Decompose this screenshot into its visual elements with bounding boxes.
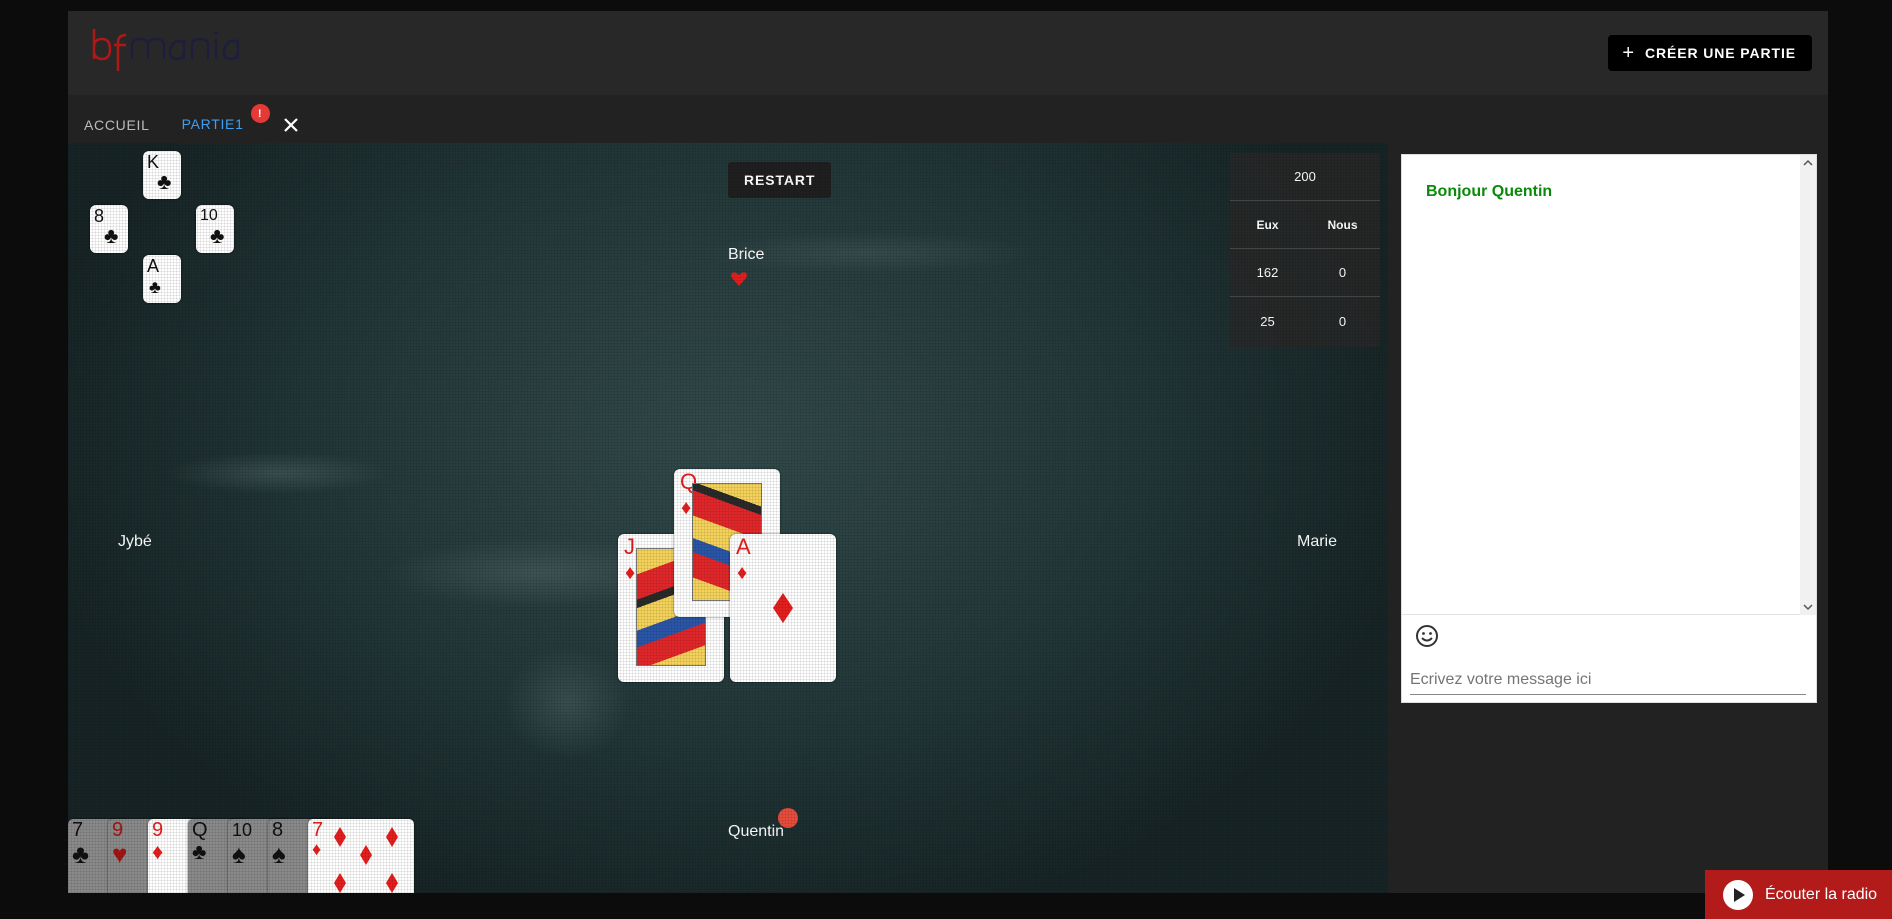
restart-label: RESTART xyxy=(744,172,816,188)
chat-panel: Bonjour Quentin xyxy=(1401,154,1817,703)
radio-button[interactable]: Écouter la radio xyxy=(1705,870,1892,919)
card-rank: 9 xyxy=(112,819,124,841)
card-suit: ♣ xyxy=(210,223,225,248)
last-trick-card: 8 ♣ xyxy=(90,205,128,253)
card-rank: 9 xyxy=(152,819,164,841)
score-target: 200 xyxy=(1294,169,1316,184)
create-game-label: CRÉER UNE PARTIE xyxy=(1644,45,1796,61)
card-suit: ♦ xyxy=(737,562,748,584)
play-icon xyxy=(1723,879,1753,910)
player-name-top: Brice xyxy=(728,246,765,263)
card-suit: ♠ xyxy=(272,839,286,869)
player-name-left: Jybé xyxy=(118,533,152,550)
played-card-ace: A ♦ xyxy=(730,534,836,682)
card-suit: ♥ xyxy=(112,839,128,869)
score-cell: 162 xyxy=(1256,265,1279,280)
card-rank: J xyxy=(624,534,635,559)
create-game-button[interactable]: + CRÉER UNE PARTIE xyxy=(1608,35,1812,71)
turn-indicator xyxy=(778,808,798,828)
score-header-nous: Nous xyxy=(1327,217,1358,232)
player-name-right: Marie xyxy=(1297,533,1338,550)
card-rank: 7 xyxy=(72,819,84,841)
card-suit: ♠ xyxy=(232,839,246,869)
card-rank: A xyxy=(147,256,160,276)
top-bar: + CRÉER UNE PARTIE xyxy=(68,11,1828,95)
card-rank: 7 xyxy=(312,819,324,841)
card-rank: 8 xyxy=(272,819,284,841)
tab-accueil-label: ACCUEIL xyxy=(84,117,150,133)
chevron-down-icon xyxy=(1803,604,1813,611)
card-suit: ♦ xyxy=(681,497,692,519)
app-container: + CRÉER UNE PARTIE ACCUEIL PARTIE1 ! K ♣… xyxy=(68,11,1828,893)
bfmania-logo[interactable] xyxy=(88,25,268,77)
card-rank: 8 xyxy=(94,206,105,226)
score-cell: 0 xyxy=(1338,313,1347,329)
emoji-button[interactable] xyxy=(1414,623,1440,649)
radio-label: Écouter la radio xyxy=(1765,885,1878,903)
score-board: 200 Eux Nous 162 0 25 0 xyxy=(1230,153,1380,347)
card-rank: A xyxy=(736,534,751,559)
card-suit: ♦ xyxy=(152,839,164,864)
game-table: K ♣ 8 ♣ 10 ♣ A ♣ RESTART Brice Jybé Mari… xyxy=(68,143,1388,893)
card-rank: 10 xyxy=(232,820,253,840)
last-trick-card: 10 ♣ xyxy=(196,205,234,253)
diamond-pips xyxy=(334,827,398,893)
card-rank: Q xyxy=(192,819,208,841)
chat-scrollbar[interactable] xyxy=(1800,155,1816,615)
score-cell: 25 xyxy=(1260,313,1275,329)
hand-card[interactable]: 7 ♦ xyxy=(308,819,414,893)
card-suit: ♣ xyxy=(157,169,172,194)
chat-message-input[interactable] xyxy=(1410,665,1806,695)
card-suit: ♦ xyxy=(625,562,636,584)
alert-badge: ! xyxy=(250,104,270,123)
chat-message: Bonjour Quentin xyxy=(1426,183,1553,200)
chevron-up-icon xyxy=(1803,159,1813,166)
chat-messages[interactable]: Bonjour Quentin xyxy=(1402,155,1816,615)
close-icon xyxy=(283,118,298,132)
score-header-eux: Eux xyxy=(1256,217,1279,232)
diamond-icon xyxy=(773,593,793,623)
last-trick-card: A ♣ xyxy=(143,255,181,303)
card-suit: ♦ xyxy=(312,839,322,859)
card-suit: ♣ xyxy=(104,223,119,248)
card-suit: ♣ xyxy=(149,277,161,297)
card-suit: ♣ xyxy=(72,839,90,869)
player-name-bottom: Quentin xyxy=(728,823,785,840)
tab-partie1-label: PARTIE1 xyxy=(181,116,244,132)
card-suit: ♣ xyxy=(192,839,207,864)
smiley-icon xyxy=(1416,625,1438,647)
heart-icon xyxy=(731,272,747,286)
score-cell: 0 xyxy=(1338,265,1347,280)
plus-icon: + xyxy=(1622,41,1635,64)
last-trick-card: K ♣ xyxy=(143,151,181,199)
restart-button[interactable]: RESTART xyxy=(728,162,832,198)
